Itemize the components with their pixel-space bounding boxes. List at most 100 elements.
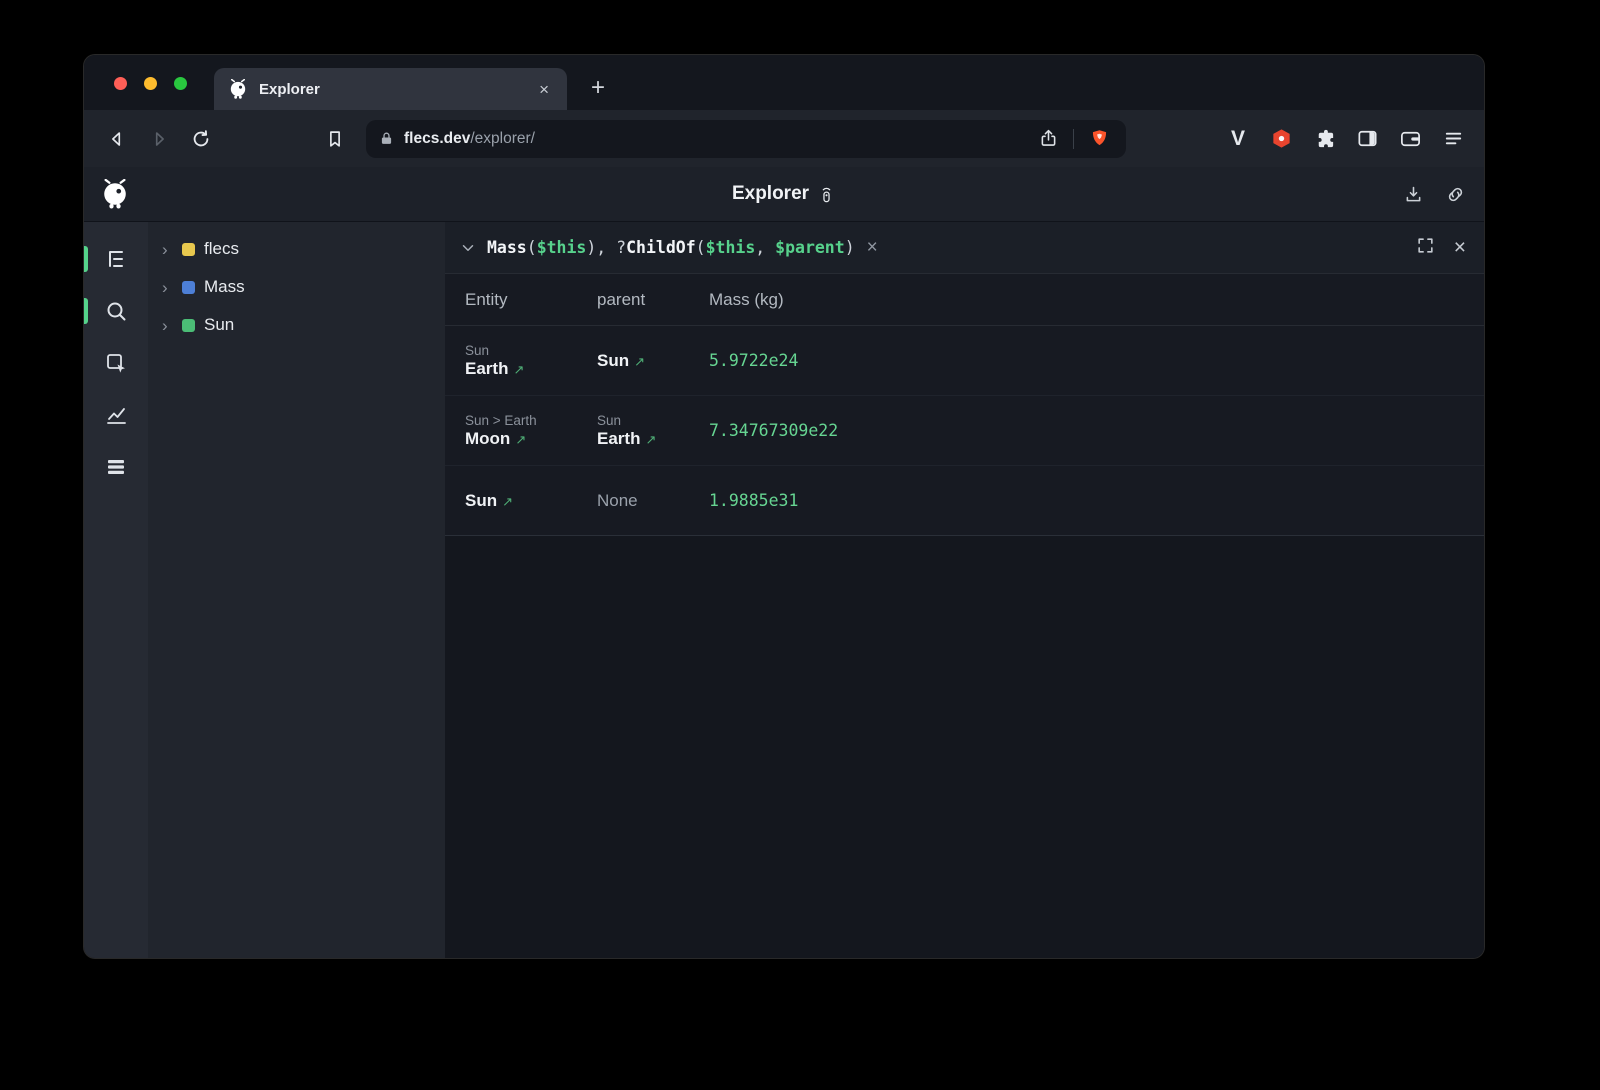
fullscreen-button[interactable]	[1416, 236, 1435, 260]
entity-path: Sun	[465, 343, 589, 358]
icon-sidebar	[84, 222, 148, 958]
mass-cell: 1.9885e31	[709, 482, 1484, 519]
window-minimize-button[interactable]	[144, 77, 157, 90]
link-icon	[1445, 184, 1466, 205]
entity-link[interactable]: Earth	[465, 359, 508, 379]
chevron-right-icon[interactable]: ›	[162, 279, 173, 296]
hexagon-extension-button[interactable]	[1266, 124, 1296, 154]
desktop-background: Explorer × +	[0, 0, 1600, 1090]
chevron-right-icon[interactable]: ›	[162, 317, 173, 334]
query-result-table: Entity parent Mass (kg) Sun Earth ↗	[445, 274, 1484, 536]
query-token: ),	[586, 238, 616, 257]
parent-none-value: None	[597, 491, 701, 511]
share-link-button[interactable]	[1442, 181, 1468, 207]
inspect-icon	[104, 351, 128, 375]
menu-button[interactable]	[1438, 124, 1468, 154]
url-path: /explorer/	[470, 130, 535, 147]
parent-cell: None	[597, 482, 709, 520]
tree-item-mass[interactable]: › Mass	[148, 268, 445, 306]
app-body: › flecs › Mass › Sun	[84, 222, 1484, 958]
sidebar-toggle-button[interactable]	[1352, 124, 1382, 154]
reload-icon	[190, 128, 212, 150]
new-tab-button[interactable]: +	[583, 73, 613, 103]
header-actions	[1400, 181, 1484, 207]
sidebar-icon	[1356, 127, 1379, 150]
column-header-parent: parent	[597, 290, 709, 310]
entity-link[interactable]: Moon	[465, 429, 510, 449]
sidebar-search-button[interactable]	[96, 291, 136, 331]
entity-path: Sun > Earth	[465, 413, 589, 428]
goto-arrow-icon[interactable]: ↗	[515, 432, 526, 448]
chevron-right-icon[interactable]: ›	[162, 241, 173, 258]
brave-shield-button[interactable]	[1084, 124, 1114, 154]
goto-arrow-icon[interactable]: ↗	[502, 494, 513, 510]
back-icon	[106, 128, 128, 150]
entity-cell: Sun > Earth Moon ↗	[465, 404, 597, 458]
hexagon-extension-icon	[1270, 127, 1293, 150]
query-expression[interactable]: Mass($this), ?ChildOf($this, $parent)	[487, 238, 855, 257]
url-text: flecs.dev/explorer/	[404, 130, 535, 148]
goto-arrow-icon[interactable]: ↗	[645, 432, 656, 448]
entity-tree-panel: › flecs › Mass › Sun	[148, 222, 445, 958]
sidebar-inspect-button[interactable]	[96, 343, 136, 383]
flecs-logo	[100, 179, 130, 209]
query-header-actions: ×	[1416, 236, 1466, 260]
bookmark-icon	[324, 128, 346, 150]
connection-icon	[817, 185, 836, 204]
app-header: Explorer	[84, 167, 1484, 222]
window-close-button[interactable]	[114, 77, 127, 90]
browser-window: Explorer × +	[84, 55, 1484, 958]
url-bar[interactable]: flecs.dev/explorer/	[366, 120, 1126, 158]
entity-link[interactable]: Sun	[465, 491, 497, 511]
search-icon	[104, 299, 128, 323]
entity-link[interactable]: Earth	[597, 429, 640, 449]
line-chart-icon	[104, 403, 128, 427]
wallet-button[interactable]	[1395, 124, 1425, 154]
forward-icon	[148, 128, 170, 150]
query-token: ChildOf	[626, 238, 696, 257]
lock-icon	[378, 130, 395, 147]
tree-item-flecs[interactable]: › flecs	[148, 230, 445, 268]
sidebar-stats-button[interactable]	[96, 395, 136, 435]
window-zoom-button[interactable]	[174, 77, 187, 90]
tree-item-sun[interactable]: › Sun	[148, 306, 445, 344]
entity-color-swatch	[182, 281, 195, 294]
download-button[interactable]	[1400, 181, 1426, 207]
query-token: $parent	[775, 238, 845, 257]
entity-color-swatch	[182, 319, 195, 332]
goto-arrow-icon[interactable]: ↗	[634, 354, 645, 370]
entity-path: Sun	[597, 413, 701, 428]
back-button[interactable]	[98, 120, 136, 158]
fullscreen-icon	[1416, 236, 1435, 255]
query-token: )	[845, 238, 855, 257]
entity-color-swatch	[182, 243, 195, 256]
sidebar-table-button[interactable]	[96, 447, 136, 487]
extensions-button[interactable]	[1309, 124, 1339, 154]
collapse-query-button[interactable]	[455, 235, 481, 261]
tree-item-label: Sun	[204, 315, 234, 335]
forward-button[interactable]	[140, 120, 178, 158]
tree-item-label: flecs	[204, 239, 239, 259]
tab-title: Explorer	[259, 81, 535, 98]
sidebar-tree-button[interactable]	[96, 239, 136, 279]
share-button[interactable]	[1033, 124, 1063, 154]
active-panel-indicator	[84, 246, 88, 272]
chevron-down-icon	[459, 239, 477, 257]
entity-link[interactable]: Sun	[597, 351, 629, 371]
browser-tab-explorer[interactable]: Explorer ×	[214, 68, 567, 110]
query-clear-button[interactable]: ×	[867, 238, 878, 257]
traffic-lights	[114, 77, 187, 90]
query-token: $this	[706, 238, 756, 257]
tab-close-icon[interactable]: ×	[535, 79, 553, 100]
close-panel-button[interactable]: ×	[1454, 237, 1466, 258]
share-icon	[1038, 128, 1059, 149]
reload-button[interactable]	[182, 120, 220, 158]
active-panel-indicator	[84, 298, 88, 324]
query-token: (	[696, 238, 706, 257]
bookmark-button[interactable]	[316, 120, 354, 158]
vue-devtools-extension-button[interactable]: V	[1223, 124, 1253, 154]
toolbar-extensions: V	[1211, 124, 1470, 154]
column-header-entity: Entity	[465, 290, 597, 310]
query-token: ?	[616, 238, 626, 257]
goto-arrow-icon[interactable]: ↗	[513, 362, 524, 378]
